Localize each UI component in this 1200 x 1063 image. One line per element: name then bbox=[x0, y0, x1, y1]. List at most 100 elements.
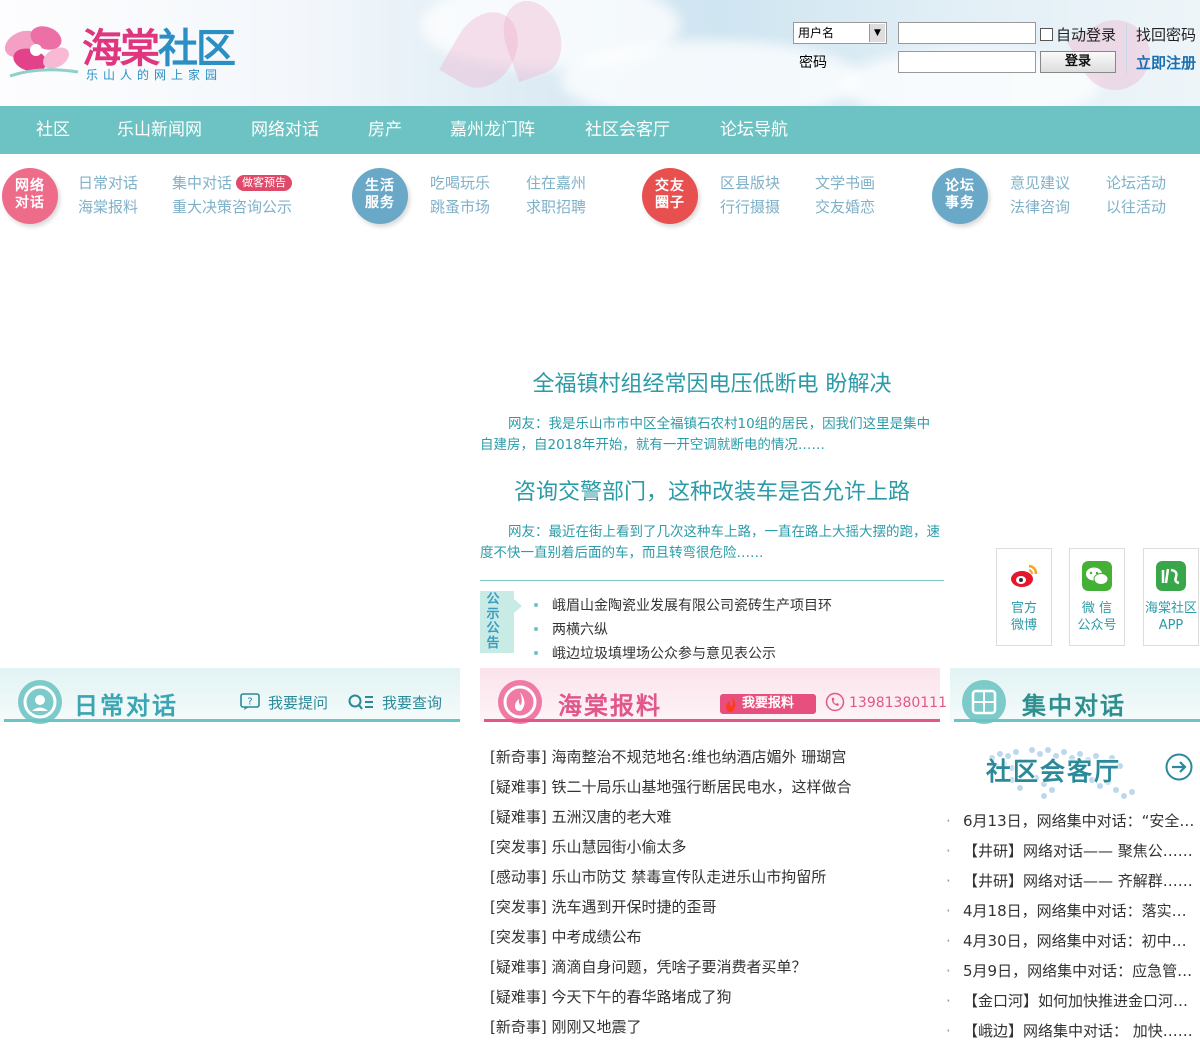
main-nav: 社区 乐山新闻网 网络对话 房产 嘉州龙门阵 社区会客厅 论坛导航 bbox=[0, 106, 1200, 154]
bullet-icon: · bbox=[946, 962, 951, 980]
notice-text: 峨眉山金陶瓷业发展有限公司瓷砖生产项目环 bbox=[552, 598, 832, 614]
report-button[interactable]: 我要报料 bbox=[720, 694, 816, 714]
news-item[interactable]: [疑难事] 铁二十局乐山基地强行断居民电水，这样做合 bbox=[490, 776, 852, 797]
nav-item-online-dialogue[interactable]: 网络对话 bbox=[251, 106, 319, 154]
club-item[interactable]: · 【井研】网络对话—— 齐解群…… bbox=[946, 870, 1200, 891]
news-item[interactable]: [疑难事] 今天下午的春华路堵成了狗 bbox=[490, 986, 732, 1007]
notice-item[interactable]: 峨边垃圾填埋场公众参与意见表公示 bbox=[534, 643, 776, 663]
featured-title-1[interactable]: 全福镇村组经常因电压低断电 盼解决 bbox=[480, 366, 944, 398]
category-badge-forum: 论坛 事务 bbox=[932, 168, 988, 224]
club-item[interactable]: · 6月13日，网络集中对话：“安全生产…… bbox=[946, 810, 1200, 831]
section-haitang-report: 海棠报料 我要报料 13981380111 bbox=[480, 668, 947, 724]
bullet-icon: · bbox=[946, 992, 951, 1010]
flame-icon bbox=[726, 696, 736, 712]
bullet-icon bbox=[534, 603, 538, 607]
news-title: 滴滴自身问题，凭啥子要消费者买单？ bbox=[551, 958, 807, 976]
club-item[interactable]: · 【井研】网络对话—— 聚焦公…… bbox=[946, 840, 1200, 861]
category-link-suggestions[interactable]: 意见建议 bbox=[1010, 172, 1070, 193]
community-lounge-banner[interactable]: 社区会客厅 bbox=[972, 738, 1200, 808]
social-app[interactable]: 海棠社区 APP bbox=[1143, 548, 1199, 646]
category-link-daily-dialogue[interactable]: 日常对话 bbox=[78, 172, 138, 193]
badge-text: 生活 服务 bbox=[365, 178, 395, 211]
link-label: 我要查询 bbox=[382, 694, 443, 712]
site-header: 海棠社区 乐山人的网上家园 用户名 ▼ 密码 自动登录 登录 找回密码 立即注册 bbox=[0, 0, 1200, 106]
nav-item-forum-nav[interactable]: 论坛导航 bbox=[720, 106, 788, 154]
section-underline bbox=[4, 719, 460, 722]
badge-text: 网络 对话 bbox=[15, 178, 45, 211]
news-item[interactable]: [突发事] 乐山慧园街小偷太多 bbox=[490, 836, 687, 857]
featured-desc-1: 网友：我是乐山市市中区全福镇石农村10组的居民，因我们这里是集中自建房，自201… bbox=[480, 416, 931, 453]
category-link-live-jiazhou[interactable]: 住在嘉州 bbox=[526, 172, 586, 193]
news-item[interactable]: [突发事] 洗车遇到开保时捷的歪哥 bbox=[490, 896, 717, 917]
news-item[interactable]: [突发事] 中考成绩公布 bbox=[490, 926, 642, 947]
hot-badge: 做客预告 bbox=[236, 175, 293, 191]
notice-tab-label: 公示公告 bbox=[486, 592, 500, 651]
register-link[interactable]: 立即注册 bbox=[1136, 52, 1196, 73]
club-text: 6月13日，网络集中对话：“安全生产…… bbox=[963, 812, 1200, 830]
club-item[interactable]: · 4月18日，网络集中对话：落实…… bbox=[946, 900, 1200, 921]
nav-item-community-lounge[interactable]: 社区会客厅 bbox=[585, 106, 670, 154]
category-link-past-events[interactable]: 以往活动 bbox=[1106, 196, 1166, 217]
login-type-select[interactable]: 用户名 ▼ bbox=[793, 22, 887, 44]
svg-text:?: ? bbox=[247, 697, 252, 708]
club-item[interactable]: · 【峨边】网络集中对话： 加快…… bbox=[946, 1020, 1200, 1041]
category-link-legal[interactable]: 法律咨询 bbox=[1010, 196, 1070, 217]
section-circle bbox=[498, 680, 542, 724]
category-link-dating[interactable]: 交友婚恋 bbox=[815, 196, 875, 217]
category-link-food-fun[interactable]: 吃喝玩乐 bbox=[430, 172, 490, 193]
section-daily-dialogue: 日常对话 ? 我要提问 我要查询 bbox=[0, 668, 460, 724]
featured-desc-2: 网友：最近在街上看到了几次这种车上路，一直在路上大摇大摆的跑，速度不快一直别着后… bbox=[480, 524, 940, 561]
category-link-districts[interactable]: 区县版块 bbox=[720, 172, 780, 193]
featured-title-2[interactable]: 咨询交警部门，这种改装车是否允许上路 bbox=[480, 474, 944, 506]
news-tag: [疑难事] bbox=[490, 958, 547, 976]
category-link-major-decision[interactable]: 重大决策咨询公示 bbox=[172, 196, 292, 217]
news-tag: [突发事] bbox=[490, 898, 547, 916]
auto-login-label: 自动登录 bbox=[1056, 26, 1117, 44]
category-link-haitang-report[interactable]: 海棠报料 bbox=[78, 196, 138, 217]
nav-item-leshan-news[interactable]: 乐山新闻网 bbox=[117, 106, 202, 154]
query-link[interactable]: 我要查询 bbox=[348, 692, 442, 713]
category-link-focus-dialogue[interactable]: 集中对话 做客预告 bbox=[172, 172, 293, 193]
phone-icon bbox=[825, 692, 845, 712]
social-wechat[interactable]: 微 信公众号 bbox=[1069, 548, 1125, 646]
news-item[interactable]: [新奇事] 刚刚又地震了 bbox=[490, 1016, 642, 1037]
logo-subtitle: 乐山人的网上家园 bbox=[86, 68, 223, 82]
club-item[interactable]: · 5月9日，网络集中对话：应急管…… bbox=[946, 960, 1200, 981]
find-password-link[interactable]: 找回密码 bbox=[1136, 24, 1196, 45]
category-badge-friends: 交友 圈子 bbox=[642, 168, 698, 224]
ask-question-link[interactable]: ? 我要提问 bbox=[240, 692, 328, 713]
club-item[interactable]: · 【金口河】如何加快推进金口河…… bbox=[946, 990, 1200, 1011]
notice-item[interactable]: 两横六纵 bbox=[534, 619, 608, 639]
password-input[interactable] bbox=[898, 51, 1036, 73]
login-button[interactable]: 登录 bbox=[1040, 51, 1116, 73]
news-tag: [突发事] bbox=[490, 838, 547, 856]
notice-item[interactable]: 峨眉山金陶瓷业发展有限公司瓷砖生产项目环 bbox=[534, 595, 832, 615]
bullet-icon bbox=[534, 627, 538, 631]
news-item[interactable]: [感动事] 乐山市防艾 禁毒宣传队走进乐山市拘留所 bbox=[490, 866, 826, 887]
social-weibo[interactable]: 官方 微博 bbox=[996, 548, 1052, 646]
news-item[interactable]: [疑难事] 滴滴自身问题，凭啥子要消费者买单？ bbox=[490, 956, 807, 977]
news-title: 刚刚又地震了 bbox=[551, 1018, 642, 1036]
site-logo[interactable]: 海棠社区 乐山人的网上家园 bbox=[0, 14, 260, 84]
nav-item-community[interactable]: 社区 bbox=[36, 106, 70, 154]
nav-item-real-estate[interactable]: 房产 bbox=[368, 106, 402, 154]
bullet-icon: · bbox=[946, 812, 951, 830]
news-item[interactable]: [新奇事] 海南整治不规范地名:维也纳酒店媚外 珊瑚宫 bbox=[490, 746, 846, 767]
arrow-right-circle-icon[interactable] bbox=[1164, 752, 1194, 782]
phone-number: 13981380111 bbox=[849, 695, 947, 711]
auto-login-checkbox[interactable]: 自动登录 bbox=[1040, 24, 1116, 45]
news-tag: [疑难事] bbox=[490, 778, 547, 796]
news-item[interactable]: [疑难事] 五洲汉唐的老大难 bbox=[490, 806, 672, 827]
category-link-forum-events[interactable]: 论坛活动 bbox=[1106, 172, 1166, 193]
category-link-flea-market[interactable]: 跳蚤市场 bbox=[430, 196, 490, 217]
club-item[interactable]: · 4月30日，网络集中对话：初中…… bbox=[946, 930, 1200, 951]
category-link-jobs[interactable]: 求职招聘 bbox=[526, 196, 586, 217]
category-link-literature[interactable]: 文学书画 bbox=[815, 172, 875, 193]
category-link-photography[interactable]: 行行摄摄 bbox=[720, 196, 780, 217]
nav-item-jiazhou-longmenzhen[interactable]: 嘉州龙门阵 bbox=[450, 106, 535, 154]
question-icon: ? bbox=[240, 693, 260, 710]
password-label: 密码 bbox=[799, 55, 827, 71]
section-underline bbox=[954, 719, 1200, 722]
news-tag: [感动事] bbox=[490, 868, 547, 886]
username-input[interactable] bbox=[898, 22, 1036, 44]
